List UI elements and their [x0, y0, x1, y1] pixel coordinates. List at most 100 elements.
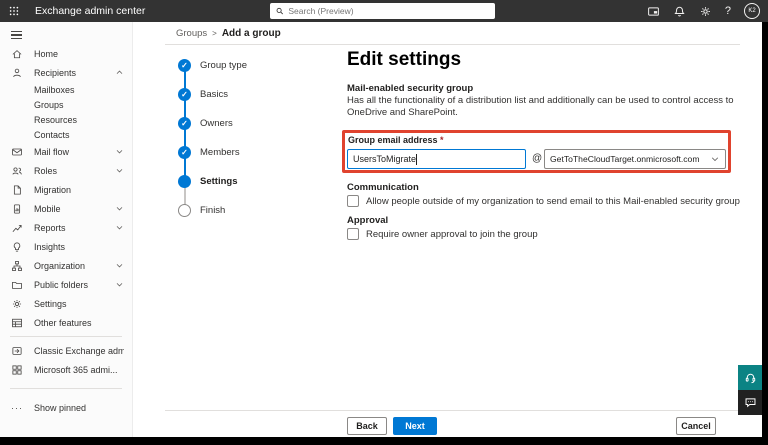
sidebar-item-insights[interactable]: Insights [0, 237, 132, 256]
sidebar-item-classic-exchange[interactable]: Classic Exchange adm... [0, 341, 132, 360]
group-email-address-label: Group email address * [348, 135, 444, 145]
sidebar-item-other-features[interactable]: Other features [0, 313, 132, 332]
sidebar-item-contacts[interactable]: Contacts [0, 127, 132, 142]
table-grid-icon [11, 317, 23, 329]
mobile-device-icon [11, 203, 23, 215]
chevron-down-icon [115, 166, 124, 175]
sidebar-item-label: Insights [34, 242, 65, 252]
back-button[interactable]: Back [347, 417, 387, 435]
wizard-step-owners[interactable]: ✓ Owners [178, 117, 233, 130]
sidebar-item-label: Mailboxes [34, 85, 75, 95]
next-button[interactable]: Next [393, 417, 437, 435]
help-support-button[interactable] [738, 365, 762, 390]
feedback-button[interactable] [738, 390, 762, 415]
add-group-wizard-panel: Groups > Add a group ✓ Group type ✓ Basi… [133, 22, 762, 437]
sidebar-divider [10, 388, 122, 389]
sidebar-item-label: Public folders [34, 280, 88, 290]
chevron-down-icon [115, 147, 124, 156]
external-email-checkbox[interactable] [347, 195, 359, 207]
sidebar-item-settings[interactable]: Settings [0, 294, 132, 313]
microsoft-365-icon [11, 364, 23, 376]
chevron-down-icon [115, 280, 124, 289]
chevron-up-icon [115, 68, 124, 77]
sidebar-item-label: Mail flow [34, 147, 69, 157]
global-search[interactable] [270, 3, 495, 19]
sidebar-item-resources[interactable]: Resources [0, 112, 132, 127]
sidebar-item-label: Microsoft 365 admi... [34, 365, 118, 375]
email-domain-selected-value: GetToTheCloudTarget.onmicrosoft.com [550, 154, 710, 164]
wizard-step-group-type[interactable]: ✓ Group type [178, 59, 247, 72]
chevron-down-icon [115, 223, 124, 232]
sidebar-item-label: Resources [34, 115, 77, 125]
owner-approval-checkbox-row[interactable]: Require owner approval to join the group [347, 228, 538, 240]
sidebar-item-organization[interactable]: Organization [0, 256, 132, 275]
sidebar-item-label: Reports [34, 223, 66, 233]
home-icon [11, 48, 23, 60]
group-type-heading: Mail-enabled security group [347, 83, 473, 94]
sidebar-item-show-pinned[interactable]: ··· Show pinned [0, 398, 132, 417]
notifications-bell-icon[interactable] [673, 5, 686, 18]
breadcrumb-groups-link[interactable]: Groups [176, 28, 207, 39]
account-avatar[interactable]: K2 [744, 3, 760, 19]
sidebar-item-mobile[interactable]: Mobile [0, 199, 132, 218]
owner-approval-checkbox-label: Require owner approval to join the group [366, 229, 538, 240]
feedback-speech-bubble-icon [744, 396, 757, 409]
help-icon[interactable]: ? [725, 5, 731, 17]
sidebar-item-label: Classic Exchange adm... [34, 346, 124, 356]
org-chart-icon [11, 260, 23, 272]
whats-new-icon[interactable] [647, 5, 660, 18]
sidebar-item-label: Mobile [34, 204, 61, 214]
cancel-button[interactable]: Cancel [676, 417, 716, 435]
settings-gear-icon[interactable] [699, 5, 712, 18]
text-caret [416, 154, 417, 165]
people-icon [11, 165, 23, 177]
at-symbol: @ [532, 153, 542, 164]
app-launcher-waffle-icon[interactable] [3, 0, 25, 22]
gear-icon [11, 298, 23, 310]
wizard-step-members[interactable]: ✓ Members [178, 146, 240, 159]
wizard-step-finish[interactable]: Finish [178, 204, 225, 217]
chevron-down-icon [710, 154, 720, 164]
sidebar-divider [10, 336, 122, 337]
email-domain-dropdown[interactable]: GetToTheCloudTarget.onmicrosoft.com [544, 149, 726, 169]
person-icon [11, 67, 23, 79]
sidebar-item-groups[interactable]: Groups [0, 97, 132, 112]
external-email-checkbox-row[interactable]: Allow people outside of my organization … [347, 195, 740, 207]
sidebar-item-roles[interactable]: Roles [0, 161, 132, 180]
sidebar-item-home[interactable]: Home [0, 44, 132, 63]
step-completed-check-icon: ✓ [178, 59, 191, 72]
classic-exchange-icon [11, 345, 23, 357]
owner-approval-checkbox[interactable] [347, 228, 359, 240]
sidebar-item-public-folders[interactable]: Public folders [0, 275, 132, 294]
nav-collapse-hamburger-icon[interactable] [0, 26, 132, 44]
sidebar-item-reports[interactable]: Reports [0, 218, 132, 237]
sidebar-item-migration[interactable]: Migration [0, 180, 132, 199]
breadcrumb-separator: > [212, 29, 217, 38]
chevron-down-icon [115, 204, 124, 213]
breadcrumb: Groups > Add a group [176, 28, 281, 39]
required-asterisk: * [440, 135, 444, 145]
sidebar-item-mailboxes[interactable]: Mailboxes [0, 82, 132, 97]
communication-heading: Communication [347, 182, 419, 193]
page-title: Edit settings [347, 49, 461, 71]
search-input[interactable] [288, 6, 490, 16]
group-type-description: Has all the functionality of a distribut… [347, 95, 740, 118]
group-email-address-input[interactable] [347, 149, 526, 169]
screen-frame-bottom [0, 437, 768, 445]
step-label: Members [200, 147, 240, 158]
sidebar-item-mail-flow[interactable]: Mail flow [0, 142, 132, 161]
left-navigation: Home Recipients Mailboxes Groups Resourc… [0, 22, 133, 437]
sidebar-item-recipients[interactable]: Recipients [0, 63, 132, 82]
mail-icon [11, 146, 23, 158]
app-title: Exchange admin center [35, 5, 145, 17]
sidebar-item-label: Show pinned [34, 403, 86, 413]
step-completed-check-icon: ✓ [178, 117, 191, 130]
external-email-checkbox-label: Allow people outside of my organization … [366, 196, 740, 207]
wizard-step-basics[interactable]: ✓ Basics [178, 88, 228, 101]
headset-icon [744, 371, 757, 384]
sidebar-item-label: Recipients [34, 68, 76, 78]
wizard-step-settings[interactable]: Settings [178, 175, 237, 188]
sidebar-item-label: Settings [34, 299, 67, 309]
sidebar-item-microsoft-365-admin[interactable]: Microsoft 365 admi... [0, 360, 132, 379]
step-upcoming-dot [178, 204, 191, 217]
